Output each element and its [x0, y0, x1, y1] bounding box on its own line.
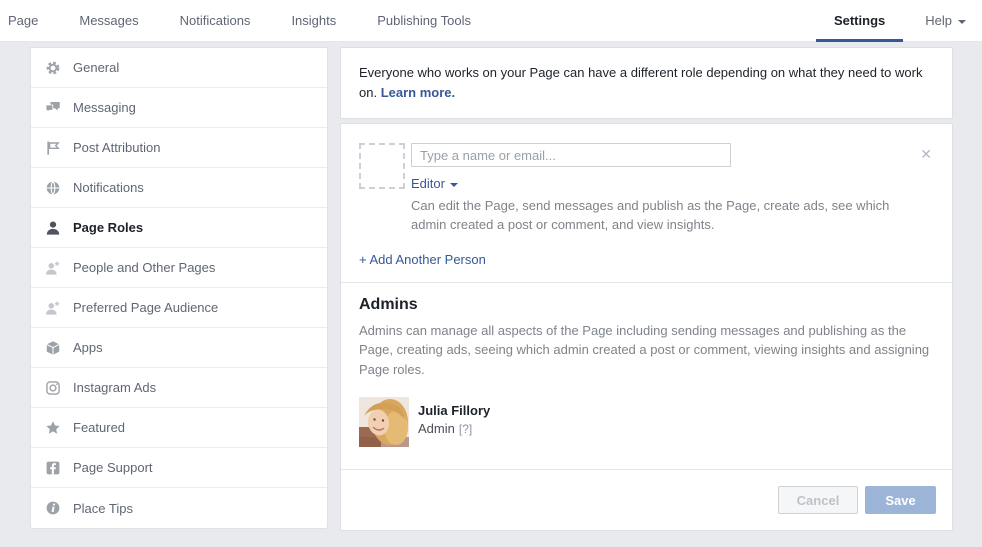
nav-item-insights[interactable]: Insights	[291, 13, 336, 28]
sidebar-item-post-attribution[interactable]: Post Attribution	[31, 128, 327, 168]
member-name: Julia Fillory	[418, 403, 491, 419]
sidebar-item-place-tips[interactable]: Place Tips	[31, 488, 327, 528]
sidebar-item-label: Place Tips	[73, 500, 133, 516]
help-menu-label: Help	[925, 13, 952, 28]
sidebar-item-instagram-ads[interactable]: Instagram Ads	[31, 368, 327, 408]
member-role: Admin [?]	[418, 421, 490, 436]
sidebar-item-label: Page Support	[73, 460, 153, 475]
info-icon	[44, 500, 61, 517]
chevron-down-icon	[449, 182, 458, 187]
star-icon	[44, 419, 61, 436]
globe-icon	[44, 179, 61, 196]
admins-title: Admins	[359, 295, 418, 313]
sidebar-item-label: Page Roles	[73, 220, 144, 235]
gear-icon	[44, 59, 61, 76]
sidebar-item-featured[interactable]: Featured	[31, 408, 327, 448]
avatar	[359, 397, 409, 448]
sidebar-item-page-support[interactable]: Page Support	[31, 448, 327, 488]
nav-item-publishing-tools[interactable]: Publishing Tools	[377, 13, 471, 28]
learn-more-link[interactable]: Learn more.	[381, 85, 455, 100]
sidebar-item-label: General	[73, 60, 120, 75]
admins-section: Admins Admins can manage all aspects of …	[341, 281, 952, 470]
top-nav-left: Page Messages Notifications Insights Pub…	[8, 13, 471, 28]
sidebar-item-general[interactable]: General	[31, 48, 327, 88]
sidebar-item-label: Preferred Page Audience	[73, 300, 219, 315]
nav-help-menu[interactable]: Help	[925, 13, 966, 28]
sidebar-item-preferred-page-audience[interactable]: Preferred Page Audience	[31, 288, 327, 328]
sidebar-item-label: Messaging	[73, 100, 136, 115]
sidebar-item-people-and-other-pages[interactable]: People and Other Pages	[31, 248, 327, 288]
chevron-down-icon	[958, 19, 966, 24]
intro-card: Everyone who works on your Page can have…	[340, 47, 953, 120]
admins-description: Admins can manage all aspects of the Pag…	[359, 322, 930, 377]
instagram-icon	[44, 379, 61, 396]
sidebar-item-label: Apps	[73, 340, 103, 355]
person-star-icon	[44, 259, 61, 276]
nav-item-page[interactable]: Page	[8, 13, 38, 28]
chat-bubbles-icon	[44, 99, 61, 116]
person-star-icon	[44, 299, 61, 316]
settings-tab-label: Settings	[833, 13, 886, 28]
page-roles-panel: Everyone who works on your Page can have…	[340, 47, 953, 532]
sidebar-item-page-roles[interactable]: Page Roles	[31, 208, 327, 248]
add-another-person-link[interactable]: + Add Another Person	[359, 252, 486, 267]
role-dropdown[interactable]: Editor	[411, 176, 458, 191]
close-icon[interactable]: ✕	[916, 145, 936, 163]
admin-member-row: Julia Fillory Admin [?]	[359, 397, 934, 448]
person-search-input[interactable]	[411, 143, 731, 168]
sidebar-item-notifications[interactable]: Notifications	[31, 168, 327, 208]
nav-item-messages[interactable]: Messages	[79, 13, 138, 28]
top-nav-right: Settings Help	[815, 0, 982, 42]
sidebar-item-label: Post Attribution	[73, 140, 161, 155]
avatar-placeholder	[359, 143, 405, 190]
sidebar-item-apps[interactable]: Apps	[31, 328, 327, 368]
nav-item-notifications[interactable]: Notifications	[180, 13, 251, 28]
top-nav: Page Messages Notifications Insights Pub…	[0, 0, 982, 42]
form-footer: Cancel Save	[341, 469, 952, 530]
flag-icon	[44, 139, 61, 156]
member-role-label: Admin	[418, 421, 455, 437]
roles-card: Editor Can edit the Page, send messages …	[340, 123, 953, 532]
role-description: Can edit the Page, send messages and pub…	[411, 198, 890, 233]
facebook-icon	[44, 459, 61, 476]
save-button[interactable]: Save	[865, 486, 936, 515]
add-person-section: Editor Can edit the Page, send messages …	[341, 124, 952, 282]
sidebar-item-label: Featured	[73, 420, 126, 435]
sidebar-item-label: Instagram Ads	[73, 380, 157, 395]
role-dropdown-label: Editor	[411, 176, 445, 192]
nav-tab-settings[interactable]: Settings	[815, 0, 904, 42]
role-help-link[interactable]: [?]	[459, 422, 472, 436]
settings-sidebar: General Messaging Post Attribution Notif…	[30, 47, 328, 529]
sidebar-item-label: Notifications	[73, 180, 144, 195]
person-icon	[44, 219, 61, 236]
cube-icon	[44, 339, 61, 356]
sidebar-item-messaging[interactable]: Messaging	[31, 88, 327, 128]
sidebar-item-label: People and Other Pages	[73, 260, 216, 275]
cancel-button[interactable]: Cancel	[778, 486, 858, 515]
